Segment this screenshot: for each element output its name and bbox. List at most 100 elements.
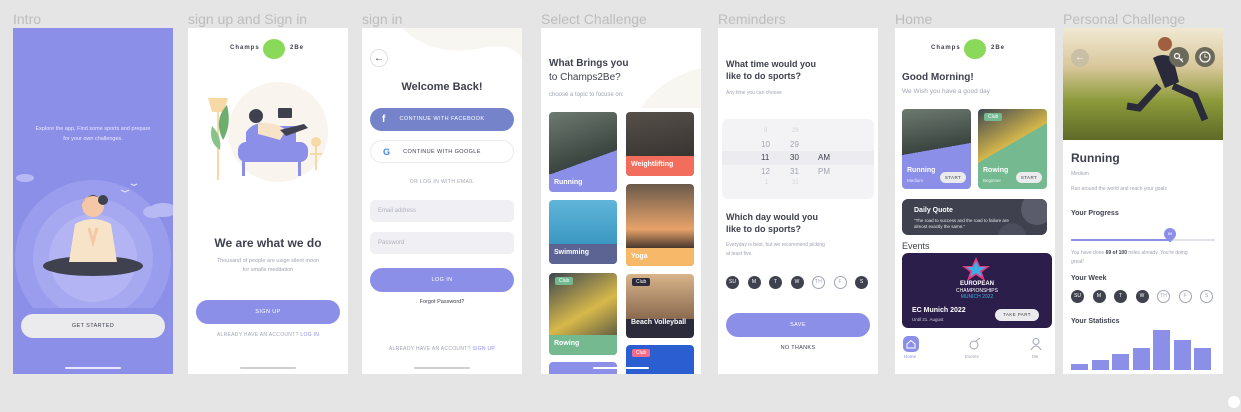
hour-option[interactable]: 10 (761, 140, 770, 149)
day-t-toggle[interactable]: T (769, 276, 782, 289)
back-arrow-icon[interactable]: ← (1071, 49, 1089, 67)
day-s-toggle[interactable]: S (1200, 290, 1213, 303)
day-m-toggle[interactable]: M (1092, 290, 1106, 303)
day-th-toggle[interactable]: TH (1157, 290, 1170, 303)
login-link[interactable]: LOG IN (300, 332, 319, 338)
hour-option[interactable]: 12 (761, 167, 770, 176)
signup-link[interactable]: SIGN UP (472, 346, 495, 352)
day-t-toggle[interactable]: T (1114, 290, 1127, 303)
forgot-password-link[interactable]: Forgot Password? (362, 299, 522, 305)
minute-selected[interactable]: 30 (790, 153, 799, 162)
brand-logo-icon (964, 39, 986, 59)
statistics-bar (1112, 354, 1129, 370)
event-card[interactable]: EUROPEAN CHAMPIONSHIPS MUNICH 2022 EC Mu… (902, 253, 1052, 328)
login-button[interactable]: LOG IN (370, 268, 514, 292)
day-w-toggle[interactable]: W (1135, 290, 1149, 303)
progress-marker-value: 69 (1168, 231, 1173, 236)
tile-yoga[interactable]: Yoga (626, 184, 694, 266)
take-part-button[interactable]: TAKE PART (995, 309, 1039, 321)
hour-selected[interactable]: 11 (761, 153, 769, 162)
tile-yoga-label: Yoga (626, 248, 694, 266)
greeting: Good Morning! (902, 72, 974, 83)
back-arrow-icon[interactable]: ← (370, 49, 388, 67)
club-badge: Club (555, 277, 574, 285)
intro-text-line2: for your own challenges. (63, 136, 123, 142)
key-icon[interactable] (1169, 47, 1189, 67)
running-start-button[interactable]: START (940, 172, 966, 183)
minute-option[interactable]: 31 (790, 167, 799, 176)
events-nav-icon[interactable] (968, 337, 982, 351)
home-indicator (593, 367, 649, 369)
day-hint-line2: at least five. (726, 251, 753, 257)
running-card[interactable]: Running Medium START (902, 109, 971, 189)
email-field[interactable]: Email address (370, 200, 514, 222)
no-thanks-link[interactable]: NO THANKS (718, 345, 878, 351)
events-title: Events (902, 241, 930, 251)
background-shape (402, 28, 522, 58)
facebook-button[interactable]: f CONTINUE WITH FACEBOOK (370, 108, 514, 131)
nav-home-label[interactable]: Home (904, 354, 916, 359)
daily-quote-line1: "The road to success and the road to fai… (914, 218, 1009, 223)
tile-weightlifting[interactable]: Weightlifting (626, 112, 694, 176)
day-f-toggle[interactable]: F (833, 276, 847, 289)
day-su-toggle[interactable]: SU (1071, 290, 1084, 303)
welcome-title: Welcome Back! (401, 81, 483, 93)
rowing-start-button[interactable]: START (1016, 172, 1042, 183)
google-button-label: CONTINUE WITH GOOGLE (403, 149, 481, 155)
google-button[interactable]: G CONTINUE WITH GOOGLE (370, 140, 514, 163)
hour-faint-bottom: 1 (765, 180, 769, 186)
nav-events-label[interactable]: Events (965, 354, 979, 359)
daily-quote-title: Daily Quote (914, 207, 953, 214)
ampm-option[interactable]: PM (818, 167, 830, 176)
password-field[interactable]: Password (370, 232, 514, 254)
progress-pre: You have done (1071, 250, 1105, 256)
time-picker[interactable]: 9 28 10 29 11 30 AM 12 31 PM 1 32 (722, 119, 874, 199)
tile-swimming-label: Swimming (549, 244, 617, 264)
signup-sub1: Thousand of people are usign silent moon (216, 258, 320, 264)
day-m-toggle[interactable]: M (747, 276, 761, 289)
home-screen: Champs 2Be Good Morning! We Wish you hav… (895, 28, 1055, 374)
save-button[interactable]: SAVE (726, 313, 870, 337)
tile-swimming[interactable]: Swimming (549, 200, 617, 264)
google-icon: G (383, 147, 391, 157)
profile-nav-icon[interactable] (1029, 337, 1043, 351)
tile-partial[interactable]: Club (626, 345, 694, 374)
frame-label-signup: sign up and Sign in (188, 11, 308, 27)
nav-me-label[interactable]: Me (1032, 354, 1038, 359)
statistics-bar (1071, 364, 1088, 370)
intro-screen: Explore the app, Find some sports and pr… (13, 28, 173, 374)
clock-icon[interactable] (1195, 47, 1215, 67)
day-su-toggle[interactable]: SU (726, 276, 739, 289)
frame-label-intro: Intro (13, 11, 42, 27)
tile-rowing-label: Rowing (549, 335, 617, 355)
meditation-illustration (15, 174, 173, 308)
rowing-card[interactable]: Club Rowing Beginner START (978, 109, 1047, 189)
tile-beach-volleyball[interactable]: Club Beach Volleyball (626, 274, 694, 338)
home-indicator (65, 367, 121, 369)
progress-marker[interactable]: 69 (1161, 225, 1179, 243)
day-th-toggle[interactable]: TH (812, 276, 825, 289)
statistics-bar-chart (1071, 330, 1215, 370)
minute-option[interactable]: 29 (790, 140, 799, 149)
home-nav-icon[interactable] (903, 336, 919, 352)
tile-rowing[interactable]: Club Rowing (549, 273, 617, 355)
week-title: Your Week (1071, 275, 1107, 282)
day-s-toggle[interactable]: S (855, 276, 868, 289)
day-hint-line1: Everyday is best, but we recommend picki… (726, 242, 825, 248)
facebook-icon: f (382, 114, 386, 125)
day-f-toggle[interactable]: F (1178, 290, 1192, 303)
progress-text: You have done 69 of 100 miles already. Y… (1071, 250, 1188, 256)
statistics-bar (1194, 348, 1211, 370)
select-title-line2: to Champs2Be? (549, 72, 621, 83)
time-hint: Any time you can choose (726, 90, 782, 96)
day-w-toggle[interactable]: W (790, 276, 804, 289)
get-started-button[interactable]: GET STARTED (21, 314, 165, 338)
tile-running[interactable]: Running (549, 112, 617, 192)
statistics-bar (1091, 360, 1109, 370)
quote-decoration (998, 199, 1047, 235)
daily-quote-card[interactable]: Daily Quote "The road to success and the… (902, 199, 1047, 235)
progress-title: Your Progress (1071, 210, 1119, 217)
ampm-selected[interactable]: AM (818, 153, 830, 162)
signup-button[interactable]: SIGN UP (196, 300, 340, 324)
minute-faint-top: 28 (792, 128, 799, 134)
